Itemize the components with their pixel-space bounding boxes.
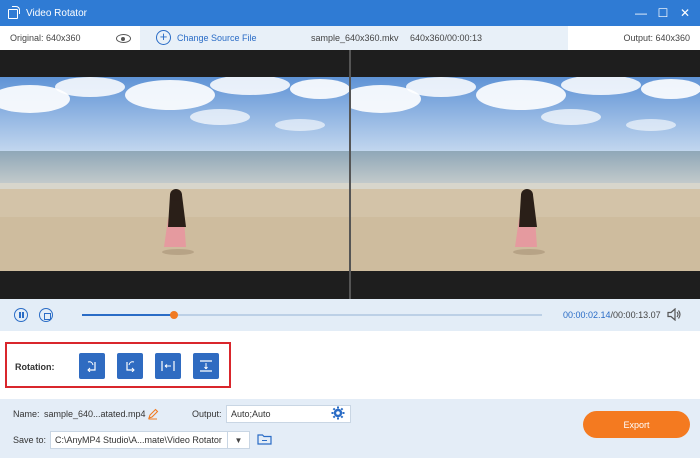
app-rotate-icon: [8, 6, 20, 19]
stop-button[interactable]: [39, 308, 53, 322]
rotate-left-icon: [87, 361, 96, 372]
flip-horizontal-icon: [161, 361, 175, 371]
export-label: Export: [623, 419, 650, 430]
window-title: Video Rotator: [26, 7, 87, 19]
plus-icon: +: [156, 30, 171, 45]
window-controls: — ☐ ✕: [630, 0, 696, 26]
export-button[interactable]: Export: [583, 411, 690, 438]
info-bar: Original: 640x360 + Change Source File s…: [0, 26, 700, 50]
rotate-right-button[interactable]: [117, 353, 143, 379]
output-resolution: Output: 640x360: [568, 26, 700, 50]
change-source-label: Change Source File: [177, 32, 257, 43]
flip-horizontal-button[interactable]: [155, 353, 181, 379]
save-path-value: C:\AnyMP4 Studio\A...mate\Video Rotator: [55, 435, 222, 445]
rotate-right-icon: [126, 361, 135, 372]
preview-toggle-eye-icon[interactable]: [116, 34, 131, 43]
minimize-button[interactable]: —: [630, 0, 652, 26]
change-source-button[interactable]: + Change Source File: [156, 30, 257, 45]
source-filename: sample_640x360.mkv: [311, 33, 399, 43]
rotation-label: Rotation:: [15, 362, 55, 372]
maximize-button[interactable]: ☐: [652, 0, 674, 26]
original-label: Original: 640x360: [10, 33, 81, 43]
title-bar: Video Rotator — ☐ ✕: [0, 0, 700, 26]
volume-icon[interactable]: [667, 308, 681, 321]
output-settings: Name: sample_640...atated.mp4 Output: Au…: [0, 399, 700, 458]
save-to-label: Save to:: [13, 435, 47, 445]
time-display: 00:00:02.14/00:00:13.07: [563, 310, 661, 320]
gear-icon[interactable]: [331, 406, 345, 420]
edit-pencil-icon[interactable]: [147, 408, 159, 420]
output-resolution-label: Output: 640x360: [623, 33, 690, 43]
preview-area: [0, 50, 700, 299]
close-button[interactable]: ✕: [674, 0, 696, 26]
current-time: 00:00:02.14: [563, 310, 611, 320]
open-folder-icon[interactable]: [257, 433, 272, 445]
output-video-preview: [351, 77, 700, 271]
name-label: Name:: [13, 409, 40, 419]
original-video-preview: [0, 77, 349, 271]
pause-button[interactable]: [14, 308, 28, 322]
playback-controls: 00:00:02.14/00:00:13.07: [0, 299, 700, 331]
seek-bar-progress: [82, 314, 174, 316]
output-label: Output:: [192, 409, 222, 419]
rotate-left-button[interactable]: [79, 353, 105, 379]
seek-handle[interactable]: [170, 311, 178, 319]
seek-bar[interactable]: [82, 311, 542, 319]
total-duration: /00:00:13.07: [610, 310, 661, 320]
save-path-select[interactable]: C:\AnyMP4 Studio\A...mate\Video Rotator …: [50, 431, 250, 449]
rotation-highlight-box: Rotation:: [5, 342, 231, 388]
chevron-down-icon[interactable]: ▼: [227, 432, 249, 448]
rotation-panel: Rotation:: [0, 331, 700, 399]
output-format-value: Auto;Auto: [231, 409, 271, 419]
output-name-value: sample_640...atated.mp4: [44, 409, 146, 419]
flip-vertical-button[interactable]: [193, 353, 219, 379]
flip-vertical-icon: [200, 360, 212, 372]
source-resolution-duration: 640x360/00:00:13: [410, 33, 483, 43]
